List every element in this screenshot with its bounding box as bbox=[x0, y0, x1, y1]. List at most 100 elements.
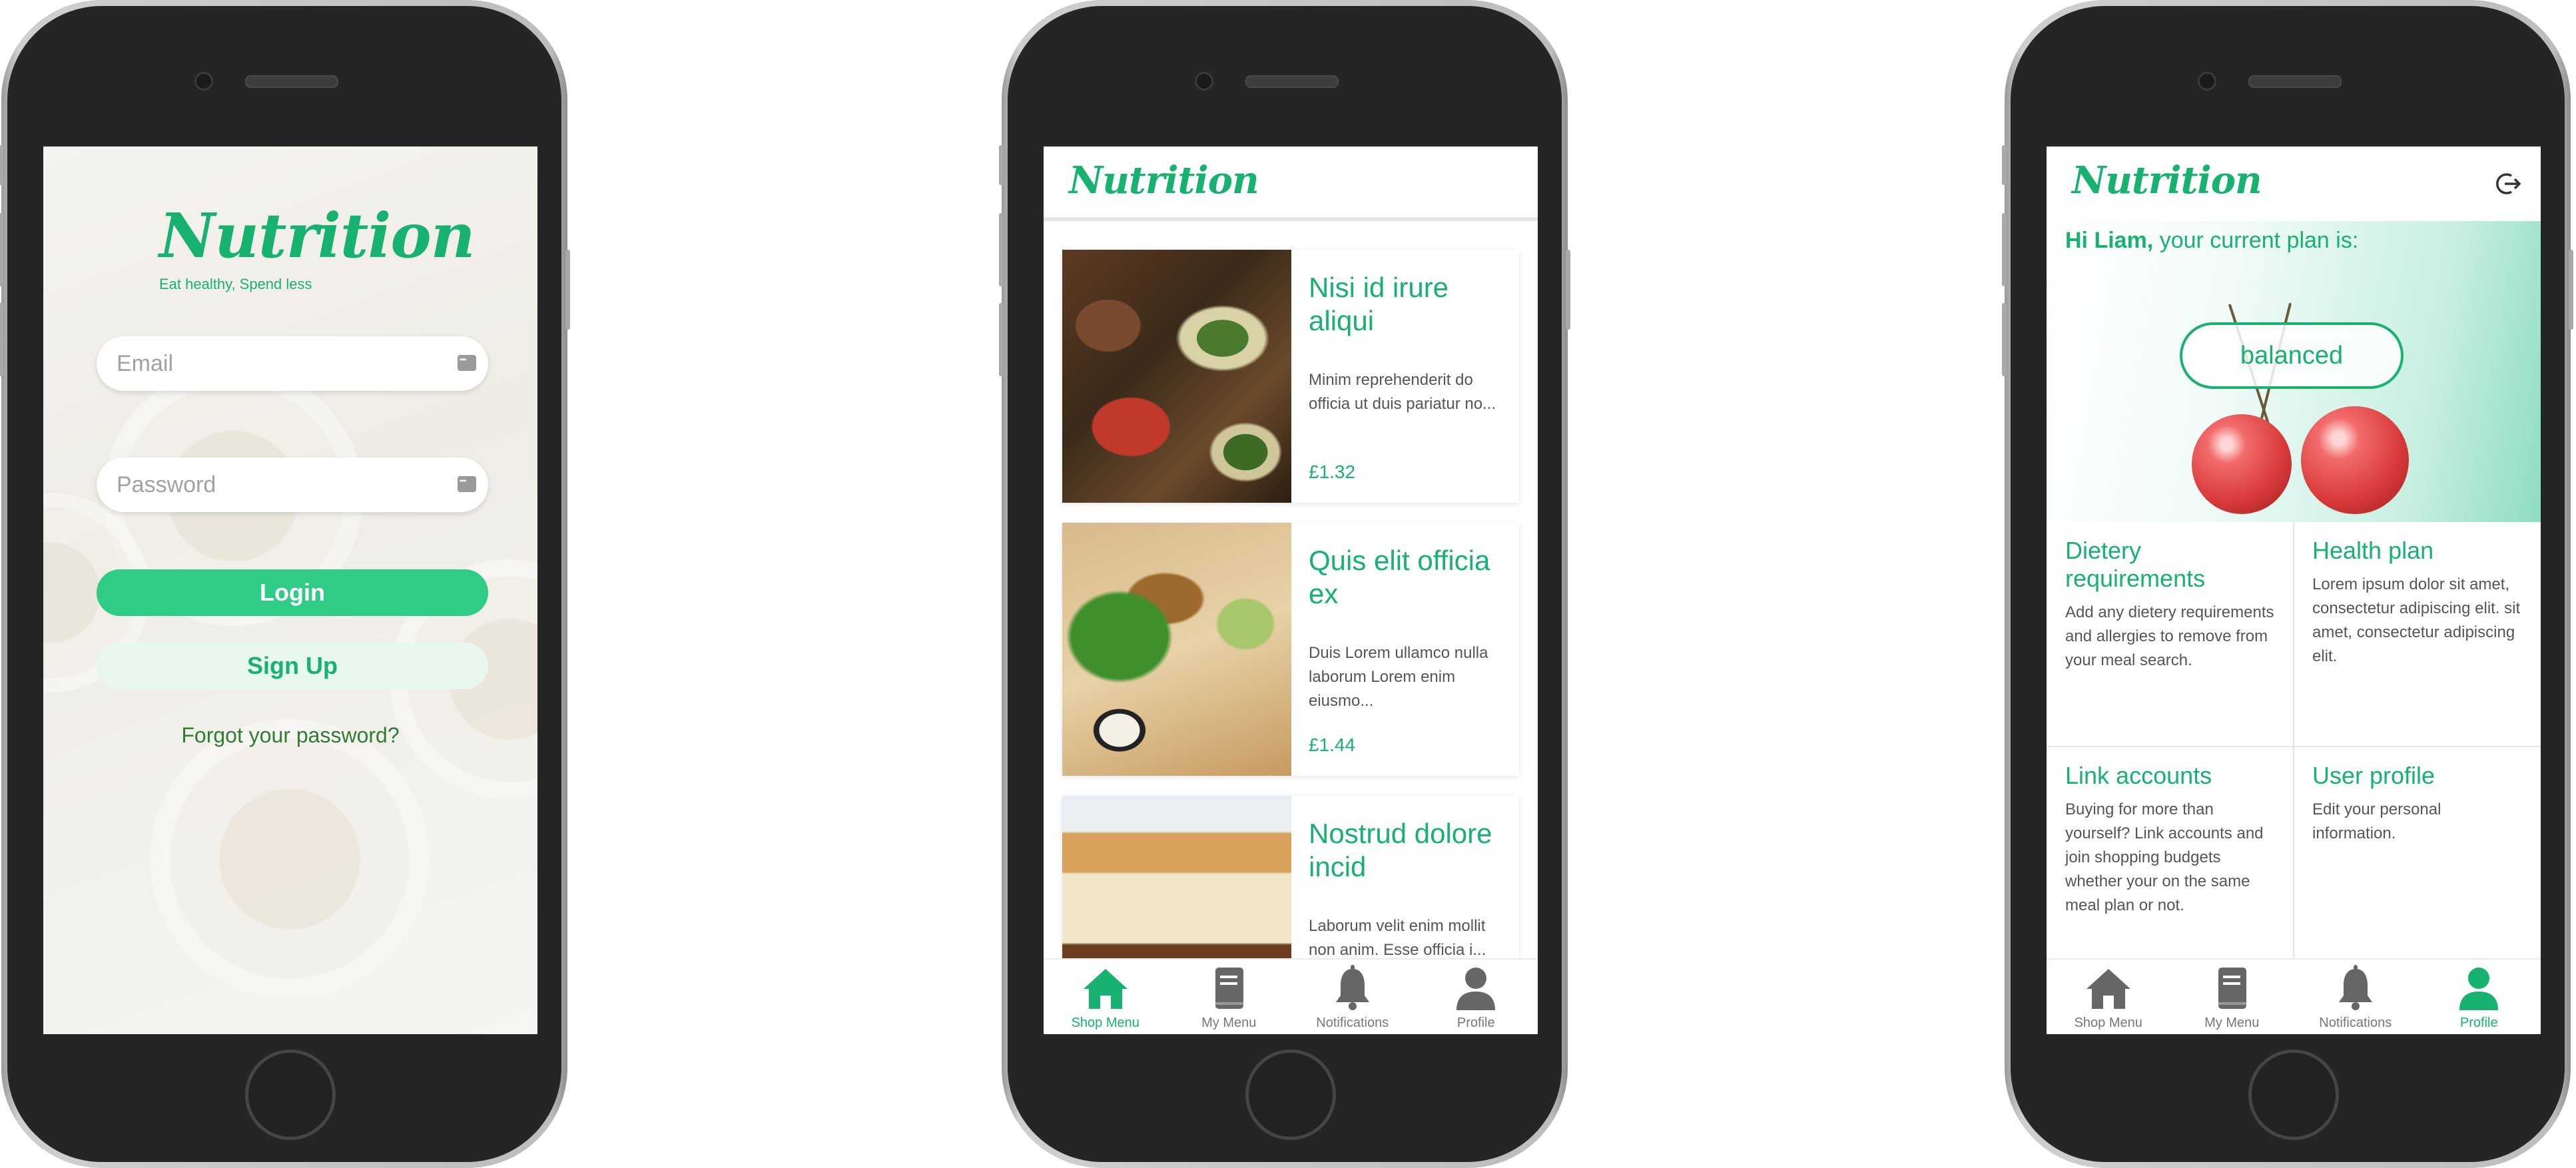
bottom-tab-bar: Shop Menu My Menu Notifications Profile bbox=[1044, 958, 1538, 1034]
login-screen: Nutrition Eat healthy, Spend less Login … bbox=[43, 146, 537, 1034]
power-button bbox=[1566, 250, 1570, 330]
bottom-tab-bar: Shop Menu My Menu Notifications Profile bbox=[2047, 958, 2541, 1034]
front-camera bbox=[194, 72, 213, 91]
tile-body: Lorem ipsum dolor sit amet, consectetur … bbox=[2312, 575, 2521, 665]
profile-screen: Nutrition Hi Liam, your current plan is:… bbox=[2047, 146, 2541, 1034]
home-icon bbox=[2086, 969, 2130, 1009]
item-title: Nostrud dolore incid bbox=[1309, 818, 1492, 882]
menu-item-card[interactable]: Quis elit officia ex Duis Lorem ullamco … bbox=[1062, 523, 1519, 776]
shop-menu-screen: Nutrition Nisi id irure aliqui Minim rep… bbox=[1044, 146, 1538, 1034]
phone-body: Nutrition Hi Liam, your current plan is:… bbox=[2011, 6, 2565, 1162]
tile-link-accounts[interactable]: Link accounts Buying for more than yours… bbox=[2047, 747, 2294, 971]
tab-label: Shop Menu bbox=[2074, 1016, 2142, 1030]
app-bar: Nutrition bbox=[1044, 146, 1538, 221]
book-icon bbox=[1215, 968, 1244, 1009]
app-bar: Nutrition bbox=[2047, 146, 2541, 221]
volume-up-button bbox=[0, 213, 3, 286]
tab-label: Profile bbox=[2459, 1016, 2498, 1030]
tile-title: Link accounts bbox=[2065, 762, 2212, 789]
tab-notifications[interactable]: Notifications bbox=[1291, 960, 1415, 1034]
logout-icon[interactable] bbox=[2495, 170, 2522, 197]
earpiece-speaker bbox=[1245, 75, 1339, 88]
tagline: Eat healthy, Spend less bbox=[159, 276, 312, 292]
home-button[interactable] bbox=[1245, 1049, 1336, 1140]
tab-label: My Menu bbox=[2204, 1016, 2260, 1030]
tile-body: Add any dietery requirements and allergi… bbox=[2065, 603, 2274, 669]
item-price: £1.44 bbox=[1309, 734, 1356, 755]
item-title: Quis elit officia ex bbox=[1309, 545, 1490, 609]
greeting-name: Hi Liam, bbox=[2065, 228, 2154, 253]
tab-shop-menu[interactable]: Shop Menu bbox=[1044, 960, 1167, 1034]
tab-label: Profile bbox=[1456, 1016, 1495, 1030]
background-plate bbox=[150, 719, 430, 999]
plan-badge[interactable]: balanced bbox=[2180, 322, 2404, 389]
login-button[interactable]: Login bbox=[97, 569, 488, 616]
power-button bbox=[565, 250, 570, 330]
greeting: Hi Liam, your current plan is: bbox=[2065, 228, 2358, 254]
volume-down-button bbox=[0, 303, 3, 376]
tile-user-profile[interactable]: User profile Edit your personal informat… bbox=[2294, 747, 2541, 971]
app-logo: Nutrition bbox=[2072, 158, 2262, 202]
tile-body: Buying for more than yourself? Link acco… bbox=[2065, 800, 2264, 914]
item-description: Minim reprehenderit do officia ut duis p… bbox=[1309, 371, 1496, 413]
bell-icon bbox=[2338, 965, 2372, 1010]
tile-health-plan[interactable]: Health plan Lorem ipsum dolor sit amet, … bbox=[2294, 522, 2541, 746]
phone-profile: Nutrition Hi Liam, your current plan is:… bbox=[2002, 0, 2573, 1168]
person-icon bbox=[2459, 968, 2499, 1010]
home-button[interactable] bbox=[245, 1049, 336, 1140]
phone-login: Nutrition Eat healthy, Spend less Login … bbox=[0, 0, 570, 1168]
item-price: £1.32 bbox=[1309, 461, 1356, 482]
tile-title: Dietery requirements bbox=[2065, 537, 2206, 592]
keychain-icon[interactable] bbox=[458, 355, 476, 371]
password-input[interactable] bbox=[115, 469, 431, 500]
mute-switch bbox=[2002, 145, 2007, 185]
tile-title: User profile bbox=[2312, 762, 2435, 789]
tab-my-menu[interactable]: My Menu bbox=[2170, 960, 2294, 1034]
tile-title: Health plan bbox=[2312, 537, 2434, 564]
cherry-image bbox=[2192, 414, 2292, 514]
menu-item-card[interactable]: Nisi id irure aliqui Minim reprehenderit… bbox=[1062, 250, 1519, 503]
home-button[interactable] bbox=[2248, 1049, 2339, 1140]
tab-shop-menu[interactable]: Shop Menu bbox=[2047, 960, 2170, 1034]
item-title: Nisi id irure aliqui bbox=[1309, 272, 1449, 336]
item-description: Duis Lorem ullamco nulla laborum Lorem e… bbox=[1309, 644, 1488, 710]
tab-label: My Menu bbox=[1201, 1016, 1257, 1030]
tab-notifications[interactable]: Notifications bbox=[2294, 960, 2417, 1034]
book-icon bbox=[2218, 968, 2247, 1009]
password-field[interactable] bbox=[97, 457, 488, 512]
app-logo: Nutrition bbox=[1069, 158, 1259, 202]
signup-button[interactable]: Sign Up bbox=[97, 643, 488, 689]
person-icon bbox=[1456, 968, 1496, 1010]
grid-divider bbox=[2047, 746, 2541, 747]
forgot-password-link[interactable]: Forgot your password? bbox=[43, 723, 537, 748]
email-field[interactable] bbox=[97, 336, 488, 391]
tab-label: Shop Menu bbox=[1071, 1016, 1139, 1030]
keychain-icon[interactable] bbox=[458, 476, 476, 492]
volume-down-button bbox=[2002, 303, 2007, 376]
plan-hero: Hi Liam, your current plan is: balanced bbox=[2047, 221, 2541, 522]
food-photo bbox=[1062, 523, 1291, 776]
power-button bbox=[2569, 250, 2573, 330]
food-photo bbox=[1062, 250, 1291, 503]
tab-label: Notifications bbox=[2319, 1016, 2392, 1030]
tab-profile[interactable]: Profile bbox=[1415, 960, 1538, 1034]
tile-dietary-requirements[interactable]: Dietery requirements Add any dietery req… bbox=[2047, 522, 2294, 746]
bell-icon bbox=[1335, 965, 1369, 1010]
volume-up-button bbox=[2002, 213, 2007, 286]
item-description: Laborum velit enim mollit non anim. Esse… bbox=[1309, 917, 1486, 959]
front-camera bbox=[2198, 72, 2216, 91]
volume-down-button bbox=[999, 303, 1004, 376]
cherry-image bbox=[2301, 406, 2409, 514]
home-icon bbox=[1083, 969, 1127, 1009]
tab-profile[interactable]: Profile bbox=[2417, 960, 2541, 1034]
greeting-text: your current plan is: bbox=[2153, 228, 2359, 253]
tile-body: Edit your personal information. bbox=[2312, 800, 2441, 842]
app-logo: Nutrition bbox=[159, 200, 476, 272]
front-camera bbox=[1195, 72, 1213, 91]
tab-label: Notifications bbox=[1316, 1016, 1389, 1030]
mute-switch bbox=[0, 145, 3, 185]
tab-my-menu[interactable]: My Menu bbox=[1167, 960, 1291, 1034]
grid-divider bbox=[2293, 522, 2294, 960]
email-input[interactable] bbox=[115, 348, 431, 379]
phone-body: Nutrition Eat healthy, Spend less Login … bbox=[7, 6, 561, 1162]
